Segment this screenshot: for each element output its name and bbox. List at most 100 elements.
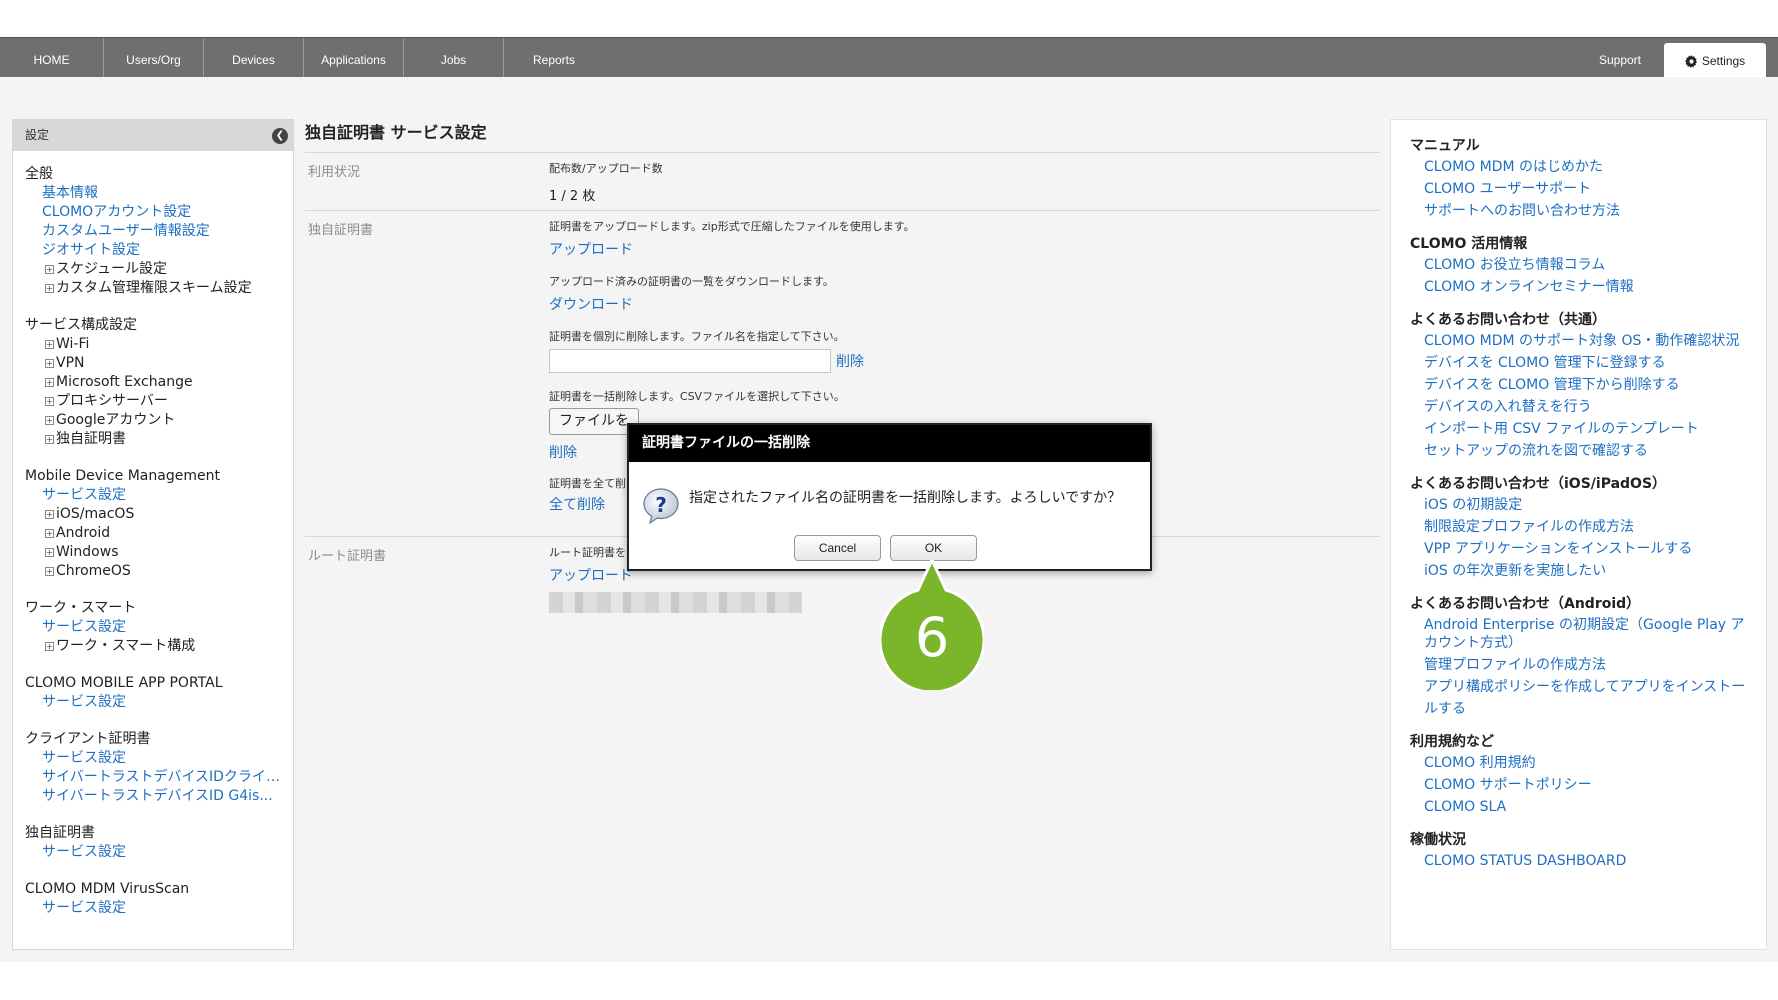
- sidebar-expandable-label: 独自証明書: [56, 431, 126, 447]
- help-link[interactable]: インポート用 CSV ファイルのテンプレート: [1410, 418, 1750, 440]
- expand-plus-icon[interactable]: +: [45, 340, 54, 349]
- sidebar-link[interactable]: サービス設定: [25, 899, 287, 918]
- sidebar-link[interactable]: サイバートラストデバイスID G4is...: [25, 787, 287, 806]
- choose-file-button[interactable]: ファイルを: [549, 408, 639, 435]
- sidebar-link[interactable]: サイバートラストデバイスIDクライアント証明書: [25, 768, 287, 787]
- help-link[interactable]: CLOMO サポートポリシー: [1410, 774, 1750, 796]
- help-link[interactable]: CLOMO お役立ち情報コラム: [1410, 254, 1750, 276]
- help-link[interactable]: 管理プロファイルの作成方法: [1410, 654, 1750, 676]
- help-link[interactable]: CLOMO MDM のサポート対象 OS・動作確認状況: [1410, 330, 1750, 352]
- sidebar-expandable-item[interactable]: + Googleアカウント: [25, 411, 293, 430]
- sidebar-link[interactable]: サービス設定: [25, 486, 287, 505]
- sidebar-expandable-label: iOS/macOS: [56, 506, 135, 522]
- help-link[interactable]: デバイスを CLOMO 管理下から削除する: [1410, 374, 1750, 396]
- sidebar-group-title: クライアント証明書: [25, 731, 151, 747]
- settings-label: Settings: [1701, 54, 1746, 68]
- nav-users-org[interactable]: Users/Org: [104, 38, 204, 78]
- sidebar-expandable-item[interactable]: + スケジュール設定: [25, 260, 293, 279]
- collapse-sidebar-icon[interactable]: ❮: [272, 128, 288, 144]
- expand-plus-icon[interactable]: +: [45, 378, 54, 387]
- help-link[interactable]: VPP アプリケーションをインストールする: [1410, 538, 1750, 560]
- usage-value: 1 / 2 枚: [549, 189, 596, 204]
- sidebar-link[interactable]: カスタムユーザー情報設定: [25, 222, 287, 241]
- sidebar-expandable-item[interactable]: + プロキシサーバー: [25, 392, 293, 411]
- expand-plus-icon[interactable]: +: [45, 510, 54, 519]
- sidebar-link[interactable]: サービス設定: [25, 693, 287, 712]
- help-link[interactable]: CLOMO STATUS DASHBOARD: [1410, 850, 1750, 872]
- upload-description: 証明書をアップロードします。zip形式で圧縮したファイルを使用します。: [549, 220, 915, 233]
- sidebar-expandable-item[interactable]: + 独自証明書: [25, 430, 293, 449]
- sidebar-expandable-label: Android: [56, 525, 111, 541]
- expand-plus-icon[interactable]: +: [45, 359, 54, 368]
- usage-caption: 配布数/アップロード数: [549, 162, 663, 175]
- help-link[interactable]: デバイスを CLOMO 管理下に登録する: [1410, 352, 1750, 374]
- help-section-title: よくあるお問い合わせ（iOS/iPadOS）: [1410, 476, 1667, 492]
- sidebar-expandable-item[interactable]: + Windows: [25, 543, 293, 562]
- sidebar-expandable-label: Microsoft Exchange: [56, 374, 193, 390]
- cancel-button[interactable]: Cancel: [794, 535, 881, 561]
- expand-plus-icon[interactable]: +: [45, 567, 54, 576]
- sidebar-expandable-item[interactable]: + iOS/macOS: [25, 505, 293, 524]
- ok-button[interactable]: OK: [890, 535, 977, 561]
- download-description: アップロード済みの証明書の一覧をダウンロードします。: [549, 275, 834, 288]
- help-link[interactable]: CLOMO SLA: [1410, 796, 1750, 818]
- sidebar-link[interactable]: ジオサイト設定: [25, 241, 287, 260]
- nav-jobs[interactable]: Jobs: [404, 38, 504, 78]
- help-link[interactable]: iOS の初期設定: [1410, 494, 1750, 516]
- dialog-title: 証明書ファイルの一括削除: [629, 425, 1150, 462]
- expand-plus-icon[interactable]: +: [45, 397, 54, 406]
- help-section-title: よくあるお問い合わせ（共通）: [1410, 312, 1606, 328]
- help-link[interactable]: 制限設定プロファイルの作成方法: [1410, 516, 1750, 538]
- nav-devices[interactable]: Devices: [204, 38, 304, 78]
- sidebar-group: クライアント証明書サービス設定サイバートラストデバイスIDクライアント証明書サイ…: [25, 730, 293, 806]
- expand-plus-icon[interactable]: +: [45, 642, 54, 651]
- sidebar-expandable-item[interactable]: + Android: [25, 524, 293, 543]
- expand-plus-icon[interactable]: +: [45, 284, 54, 293]
- expand-plus-icon[interactable]: +: [45, 529, 54, 538]
- help-link[interactable]: アプリ構成ポリシーを作成してアプリをインストールする: [1410, 676, 1750, 720]
- delete-one-link[interactable]: 削除: [836, 351, 864, 371]
- nav-reports[interactable]: Reports: [504, 38, 604, 78]
- expand-plus-icon[interactable]: +: [45, 416, 54, 425]
- nav-settings[interactable]: Settings: [1664, 43, 1766, 79]
- help-link[interactable]: iOS の年次更新を実施したい: [1410, 560, 1750, 582]
- help-link[interactable]: CLOMO MDM のはじめかた: [1410, 156, 1750, 178]
- expand-plus-icon[interactable]: +: [45, 435, 54, 444]
- sidebar-link[interactable]: サービス設定: [25, 843, 287, 862]
- help-link[interactable]: サポートへのお問い合わせ方法: [1410, 200, 1750, 222]
- sidebar-expandable-item[interactable]: + Wi-Fi: [25, 335, 293, 354]
- sidebar-group: 独自証明書 サービス設定: [25, 824, 293, 862]
- help-link[interactable]: CLOMO 利用規約: [1410, 752, 1750, 774]
- step-callout: 6: [878, 556, 986, 694]
- help-link[interactable]: Android Enterprise の初期設定（Google Play アカウ…: [1410, 616, 1750, 652]
- sidebar-link[interactable]: CLOMOアカウント設定: [25, 203, 287, 222]
- upload-link[interactable]: アップロード: [549, 239, 1380, 259]
- nav-support[interactable]: Support: [1570, 38, 1670, 78]
- sidebar-group-title: CLOMO MOBILE APP PORTAL: [25, 675, 223, 691]
- help-link[interactable]: デバイスの入れ替えを行う: [1410, 396, 1750, 418]
- sidebar-expandable-label: プロキシサーバー: [56, 393, 168, 409]
- nav-home[interactable]: HOME: [0, 38, 104, 78]
- sidebar-expandable-item[interactable]: + ChromeOS: [25, 562, 293, 581]
- sidebar-link[interactable]: サービス設定: [25, 749, 287, 768]
- help-link[interactable]: セットアップの流れを図で確認する: [1410, 440, 1750, 462]
- sidebar-expandable-item[interactable]: + VPN: [25, 354, 293, 373]
- nav-applications[interactable]: Applications: [304, 38, 404, 78]
- sidebar-expandable-label: カスタム管理権限スキーム設定: [56, 280, 252, 296]
- sidebar-link[interactable]: 基本情報: [25, 184, 287, 203]
- help-link[interactable]: CLOMO ユーザーサポート: [1410, 178, 1750, 200]
- usage-section: 利用状況 配布数/アップロード数 1 / 2 枚: [305, 153, 1380, 211]
- sidebar-expandable-label: Windows: [56, 544, 119, 560]
- sidebar-expandable-item[interactable]: + カスタム管理権限スキーム設定: [25, 279, 293, 298]
- download-link[interactable]: ダウンロード: [549, 294, 1380, 314]
- filename-input[interactable]: [549, 349, 831, 373]
- sidebar-group: Mobile Device Management サービス設定 + iOS/macOS…: [25, 467, 293, 581]
- sidebar-expandable-item[interactable]: + Microsoft Exchange: [25, 373, 293, 392]
- expand-plus-icon[interactable]: +: [45, 265, 54, 274]
- sidebar-expandable-item[interactable]: + ワーク・スマート構成: [25, 637, 293, 656]
- sidebar-group-title: CLOMO MDM VirusScan: [25, 881, 190, 897]
- expand-plus-icon[interactable]: +: [45, 548, 54, 557]
- help-link[interactable]: CLOMO オンラインセミナー情報: [1410, 276, 1750, 298]
- dialog-message: 指定されたファイル名の証明書を一括削除します。よろしいですか？: [689, 490, 1122, 506]
- sidebar-link[interactable]: サービス設定: [25, 618, 287, 637]
